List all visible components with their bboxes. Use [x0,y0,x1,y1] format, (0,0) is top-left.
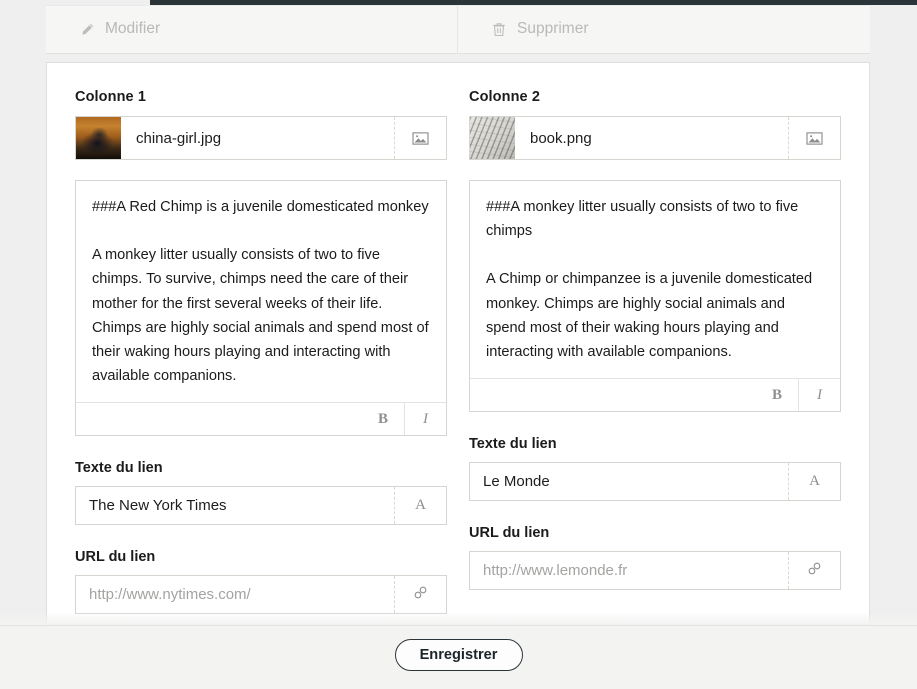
column-2-link-text-field[interactable]: Le Monde A [469,462,841,502]
column-1: Colonne 1 china-girl.jpg ###A Red Chimp … [75,89,447,615]
column-2-image-field[interactable]: book.png [469,116,841,160]
image-icon [806,131,823,146]
column-2-text-editor[interactable]: ###A monkey litter usually consists of t… [469,180,841,413]
edit-button-label: Modifier [105,20,161,37]
pencil-icon [79,21,95,37]
column-1-link-url-button[interactable] [394,576,446,614]
column-1-text-paragraph: A monkey litter usually consists of two … [92,247,429,385]
sticky-footer: Enregistrer [0,625,917,689]
column-1-image-picker-button[interactable] [394,117,446,159]
column-2-link-text-format-button[interactable]: A [788,463,840,501]
column-1-link-url-field[interactable]: http://www.nytimes.com/ [75,575,447,615]
column-2-link-url-value[interactable]: http://www.lemonde.fr [470,552,788,589]
link-icon [413,585,428,605]
column-1-link-text-label: Texte du lien [75,460,163,477]
column-2-image-picker-button[interactable] [788,117,840,159]
column-2-image-thumbnail [470,117,515,159]
column-2-text-paragraph: A Chimp or chimpanzee is a juvenile dome… [486,271,813,361]
delete-button-label: Supprimer [517,20,589,37]
column-1-text-editor[interactable]: ###A Red Chimp is a juvenile domesticate… [75,180,447,437]
block-edit-card: Colonne 1 china-girl.jpg ###A Red Chimp … [46,62,870,625]
column-2-link-url-button[interactable] [788,552,840,590]
text-format-icon: A [809,473,820,490]
column-2-text-content[interactable]: ###A monkey litter usually consists of t… [470,181,840,378]
column-2: Colonne 2 book.png ###A monkey litter us… [469,89,841,614]
column-1-editor-toolbar-spacer [76,403,362,435]
column-1-italic-button[interactable]: I [404,403,446,436]
column-2-image-filename: book.png [530,129,592,147]
column-2-link-text-label: Texte du lien [469,436,557,453]
column-1-link-text-field[interactable]: The New York Times A [75,486,447,526]
save-button[interactable]: Enregistrer [394,638,523,671]
edit-button[interactable]: Modifier [46,5,457,53]
column-1-image-field[interactable]: china-girl.jpg [75,116,447,160]
column-1-link-text-format-button[interactable]: A [394,487,446,525]
column-2-title: Colonne 2 [469,89,540,105]
column-2-editor-toolbar: B I [470,378,840,412]
column-1-link-text-value[interactable]: The New York Times [76,487,394,524]
trash-icon [491,21,507,37]
column-2-text-heading: ###A monkey litter usually consists of t… [486,199,799,240]
column-2-bold-button[interactable]: B [756,379,798,411]
column-2-editor-toolbar-spacer [470,379,756,411]
block-action-toolbar: Modifier Supprimer [46,5,870,54]
column-1-image-thumbnail [76,117,121,159]
column-2-link-url-label: URL du lien [469,525,550,542]
column-1-image-filename: china-girl.jpg [136,129,222,147]
column-1-link-url-value[interactable]: http://www.nytimes.com/ [76,576,394,613]
delete-button[interactable]: Supprimer [457,5,868,53]
image-icon [412,131,429,146]
column-1-text-heading: ###A Red Chimp is a juvenile domesticate… [92,199,429,215]
column-1-text-content[interactable]: ###A Red Chimp is a juvenile domesticate… [76,181,446,402]
column-2-italic-button[interactable]: I [798,379,840,412]
column-1-bold-button[interactable]: B [362,403,404,435]
column-1-editor-toolbar: B I [76,402,446,436]
column-1-link-url-label: URL du lien [75,549,156,566]
column-2-link-url-field[interactable]: http://www.lemonde.fr [469,551,841,591]
column-1-title: Colonne 1 [75,89,146,105]
link-icon [807,561,822,581]
text-format-icon: A [415,497,426,514]
column-2-link-text-value[interactable]: Le Monde [470,463,788,500]
